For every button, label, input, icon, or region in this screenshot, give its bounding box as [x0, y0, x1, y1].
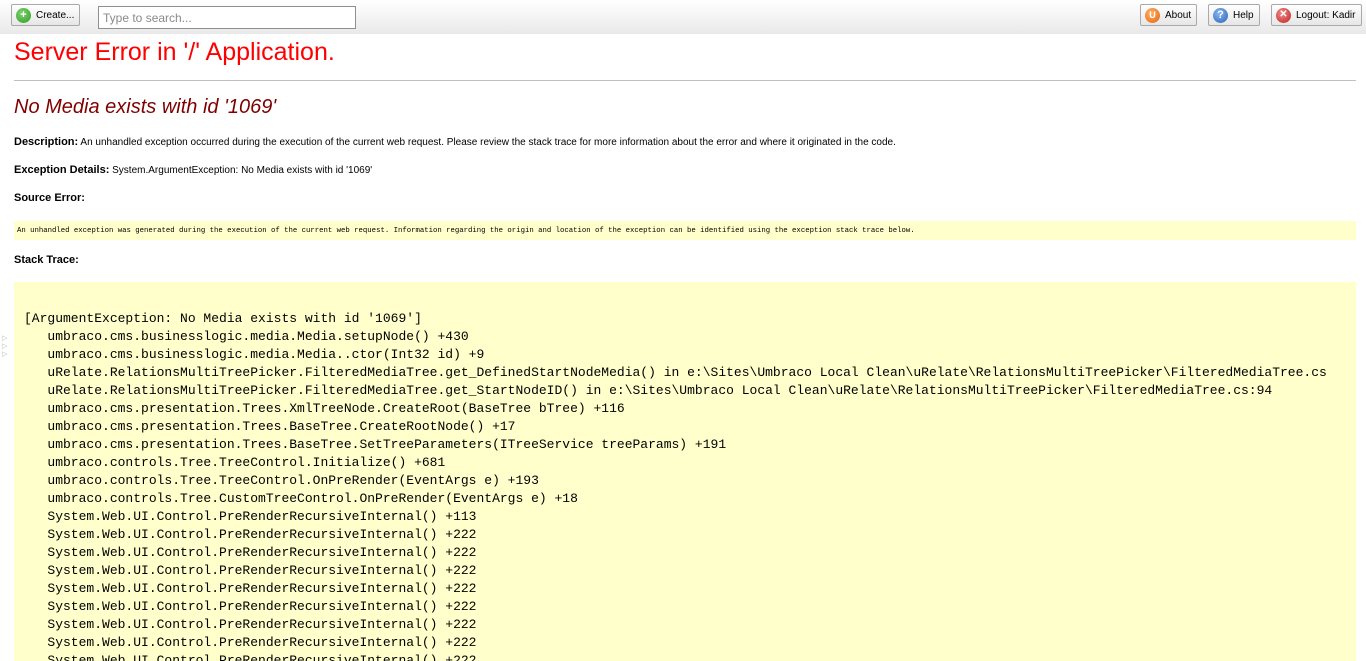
- stack-trace-line: System.Web.UI.Control.PreRenderRecursive…: [24, 617, 477, 632]
- stack-trace-line: umbraco.controls.Tree.CustomTreeControl.…: [24, 491, 578, 506]
- stack-trace-line: System.Web.UI.Control.PreRenderRecursive…: [24, 599, 477, 614]
- stack-trace-line: System.Web.UI.Control.PreRenderRecursive…: [24, 581, 477, 596]
- stack-trace-label: Stack Trace:: [14, 254, 79, 266]
- about-button[interactable]: U About: [1140, 4, 1198, 26]
- tree-expander-arrows[interactable]: ▷ ▷ ▷: [2, 334, 8, 358]
- stack-trace-line: [ArgumentException: No Media exists with…: [24, 311, 422, 326]
- stack-trace-line: uRelate.RelationsMultiTreePicker.Filtere…: [24, 383, 1273, 398]
- logout-button[interactable]: ✕ Logout: Kadir: [1271, 4, 1362, 26]
- help-button-label: Help: [1233, 9, 1254, 21]
- logout-button-label: Logout: Kadir: [1296, 9, 1356, 21]
- stack-trace-line: System.Web.UI.Control.PreRenderRecursive…: [24, 635, 477, 650]
- stack-trace-line: umbraco.cms.presentation.Trees.BaseTree.…: [24, 419, 516, 434]
- help-button[interactable]: ? Help: [1208, 4, 1260, 26]
- exception-details-text: System.ArgumentException: No Media exist…: [112, 165, 373, 176]
- stack-trace-box: [ArgumentException: No Media exists with…: [14, 282, 1356, 661]
- stack-trace-line: System.Web.UI.Control.PreRenderRecursive…: [24, 509, 477, 524]
- stack-trace-line: umbraco.cms.businesslogic.media.Media.se…: [24, 329, 469, 344]
- description-line: Description: An unhandled exception occu…: [14, 136, 896, 148]
- stack-trace-line: umbraco.controls.Tree.TreeControl.OnPreR…: [24, 473, 539, 488]
- stack-trace-line: System.Web.UI.Control.PreRenderRecursive…: [24, 527, 477, 542]
- stack-trace-content: [ArgumentException: No Media exists with…: [24, 310, 1356, 661]
- about-button-label: About: [1165, 9, 1192, 21]
- expander-arrow-icon[interactable]: ▷: [2, 334, 8, 342]
- logout-icon: ✕: [1276, 7, 1291, 23]
- create-button[interactable]: + Create...: [11, 4, 81, 26]
- title-divider: [14, 80, 1356, 81]
- stack-trace-line: System.Web.UI.Control.PreRenderRecursive…: [24, 653, 477, 661]
- page-title: Server Error in '/' Application.: [14, 38, 335, 66]
- stack-trace-line: System.Web.UI.Control.PreRenderRecursive…: [24, 563, 477, 578]
- top-toolbar: + Create... U About ? Help ✕ Logout: Kad…: [0, 0, 1366, 34]
- search-input[interactable]: [98, 6, 356, 29]
- umbraco-logo-icon: U: [1145, 7, 1160, 23]
- source-error-text: An unhandled exception was generated dur…: [17, 227, 915, 235]
- description-label: Description:: [14, 136, 79, 148]
- create-button-label: Create...: [36, 9, 75, 21]
- stack-trace-line: System.Web.UI.Control.PreRenderRecursive…: [24, 545, 477, 560]
- source-error-label: Source Error:: [14, 192, 85, 204]
- error-message: No Media exists with id '1069': [14, 96, 277, 118]
- help-icon: ?: [1213, 7, 1228, 23]
- stack-trace-line: umbraco.cms.presentation.Trees.XmlTreeNo…: [24, 401, 625, 416]
- stack-trace-line: uRelate.RelationsMultiTreePicker.Filtere…: [24, 365, 1327, 380]
- expander-arrow-icon[interactable]: ▷: [2, 342, 8, 350]
- expander-arrow-icon[interactable]: ▷: [2, 350, 8, 358]
- source-error-heading: Source Error:: [14, 192, 85, 204]
- stack-trace-heading: Stack Trace:: [14, 254, 79, 266]
- stack-trace-line: umbraco.cms.businesslogic.media.Media..c…: [24, 347, 485, 362]
- plus-icon: +: [16, 7, 31, 23]
- source-error-box: An unhandled exception was generated dur…: [14, 221, 1356, 240]
- exception-details-label: Exception Details:: [14, 164, 110, 176]
- exception-details-line: Exception Details: System.ArgumentExcept…: [14, 164, 372, 176]
- stack-trace-line: umbraco.cms.presentation.Trees.BaseTree.…: [24, 437, 727, 452]
- description-text: An unhandled exception occurred during t…: [80, 137, 896, 148]
- stack-trace-line: umbraco.controls.Tree.TreeControl.Initia…: [24, 455, 446, 470]
